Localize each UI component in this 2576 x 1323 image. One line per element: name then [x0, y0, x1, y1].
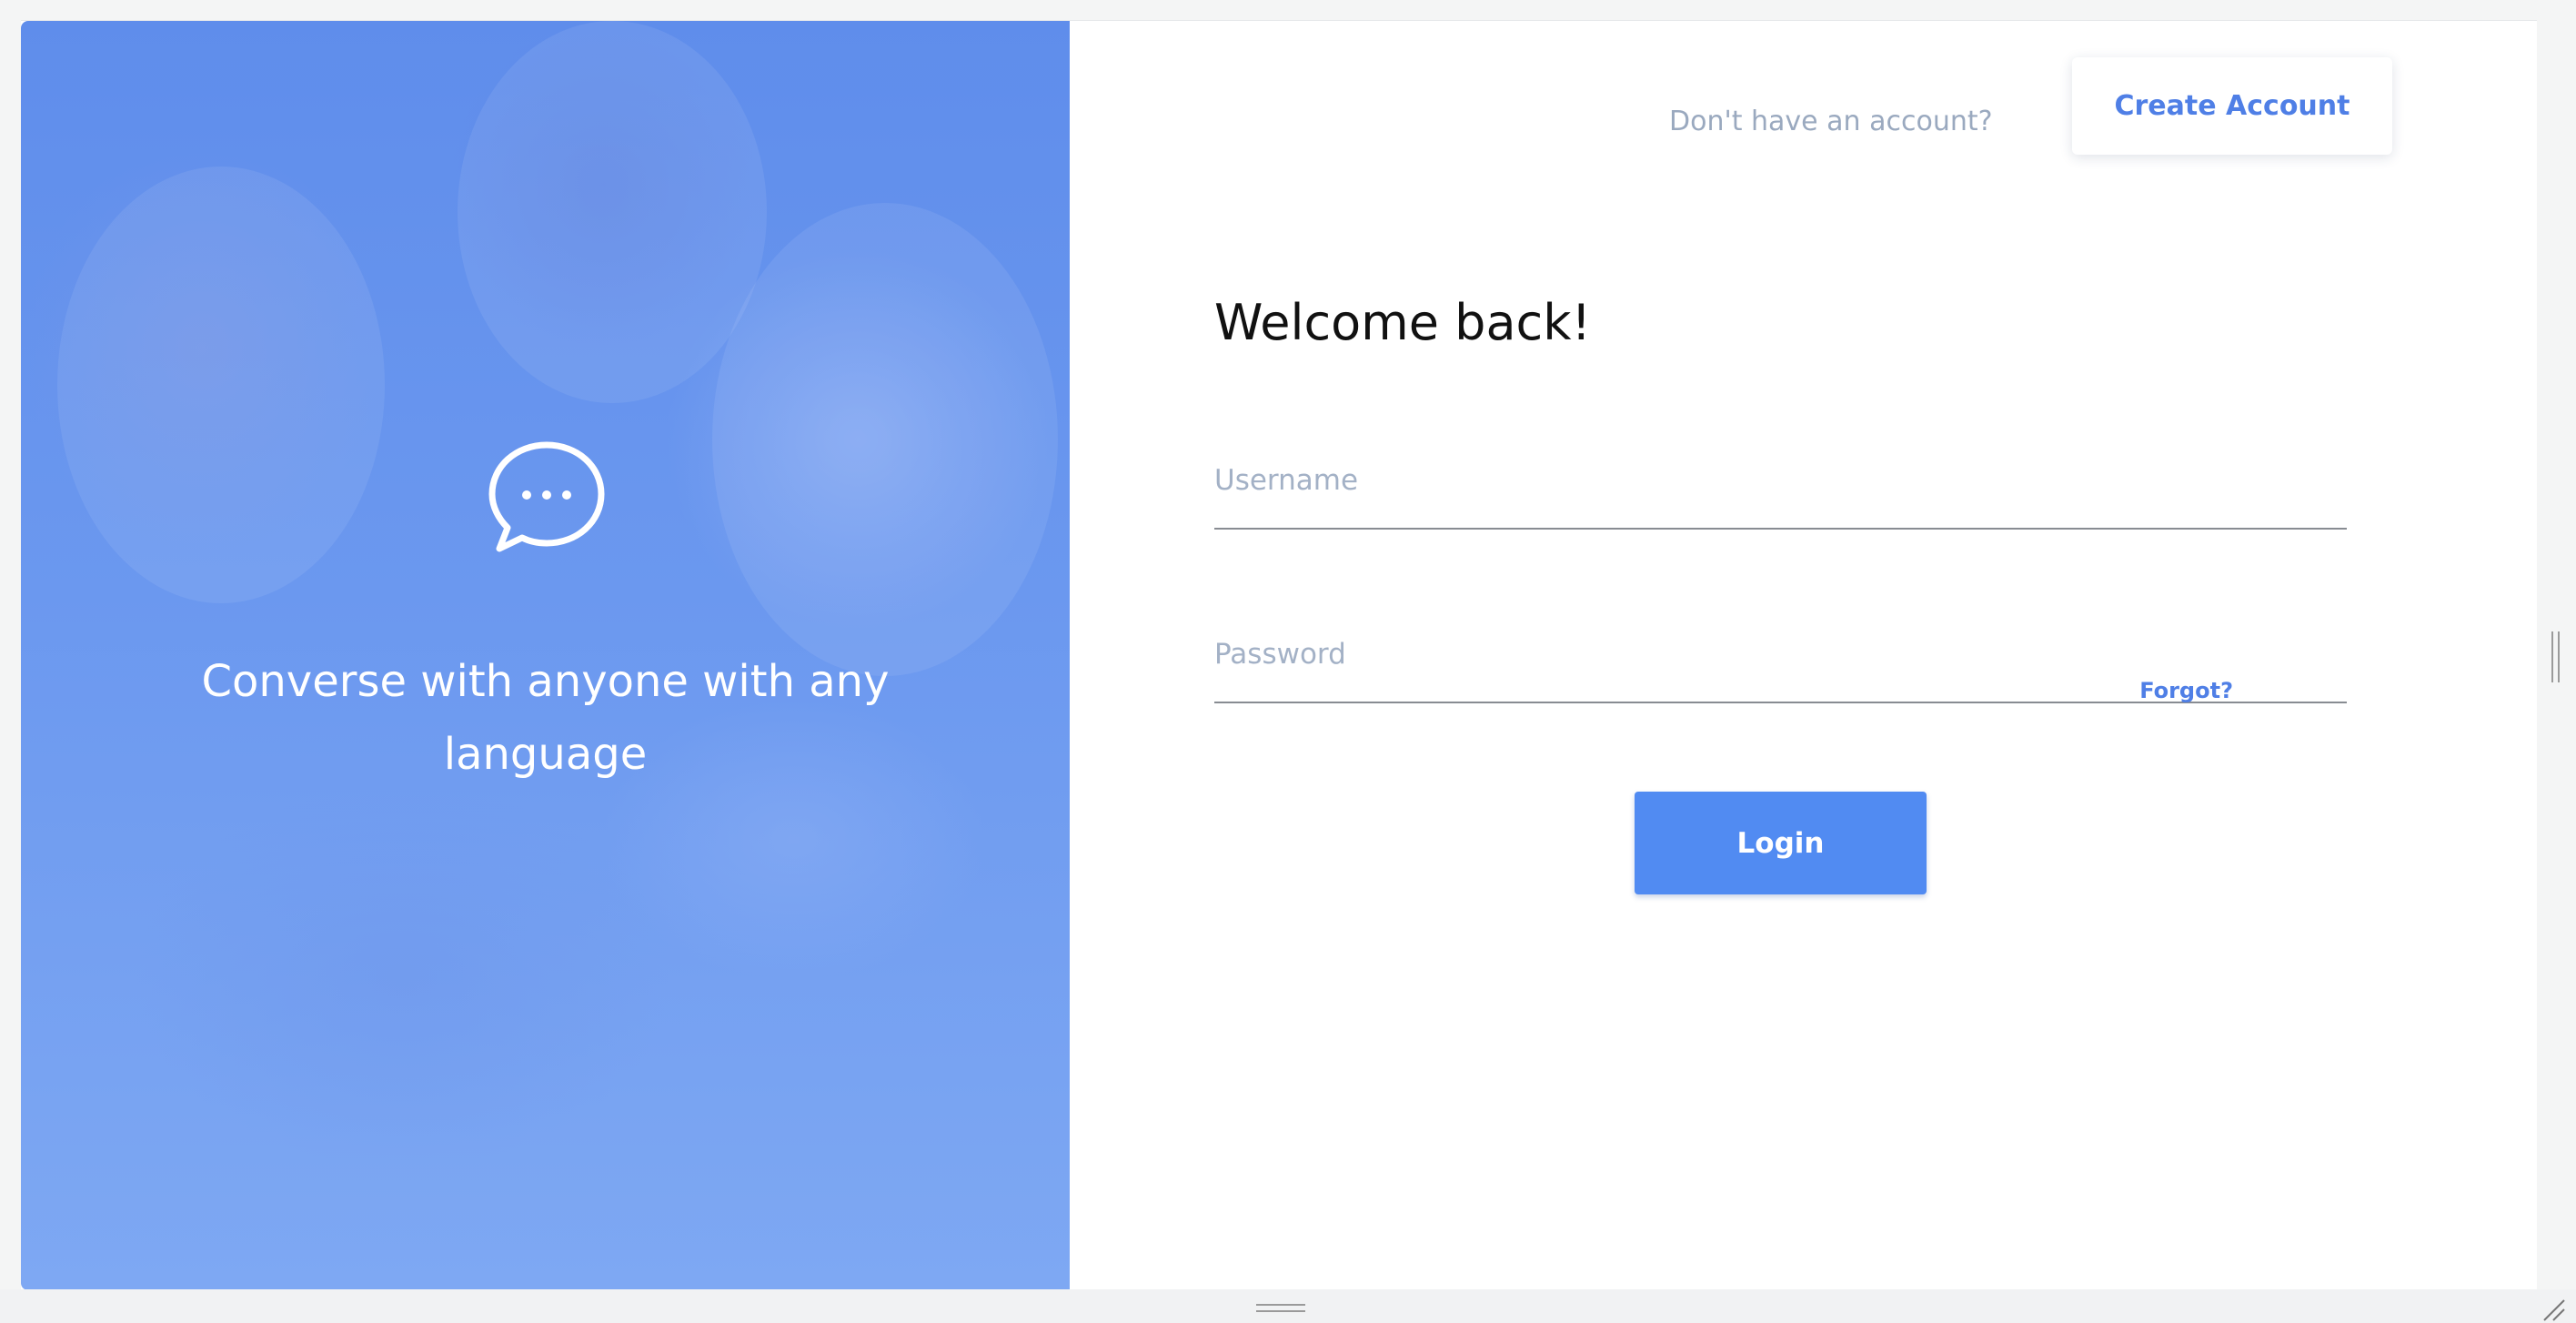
signup-prompt: Don't have an account?	[1669, 106, 1993, 137]
side-resize-handle-icon[interactable]	[2551, 631, 2561, 682]
page-title: Welcome back!	[1214, 294, 1592, 351]
hero-photo-overlay	[57, 167, 385, 603]
chat-bubble-icon	[488, 441, 605, 552]
resize-corner-icon[interactable]	[2541, 1297, 2566, 1322]
username-input[interactable]	[1214, 453, 2347, 508]
login-card: Converse with anyone with any language D…	[21, 20, 2537, 1290]
login-button[interactable]: Login	[1635, 792, 1927, 894]
password-field: Forgot?	[1214, 627, 2347, 703]
forgot-password-link[interactable]: Forgot?	[2139, 678, 2233, 703]
hero-panel: Converse with anyone with any language	[21, 21, 1070, 1290]
password-input[interactable]	[1214, 627, 2347, 682]
create-account-button[interactable]: Create Account	[2072, 57, 2392, 155]
hero-photo-overlay	[712, 203, 1058, 676]
hero-tagline: Converse with anyone with any language	[201, 656, 890, 780]
window-frame: Converse with anyone with any language D…	[0, 0, 2576, 1323]
drag-handle-icon[interactable]	[1256, 1303, 1305, 1314]
hero-photo-overlay	[458, 21, 767, 403]
username-field	[1214, 453, 2347, 530]
